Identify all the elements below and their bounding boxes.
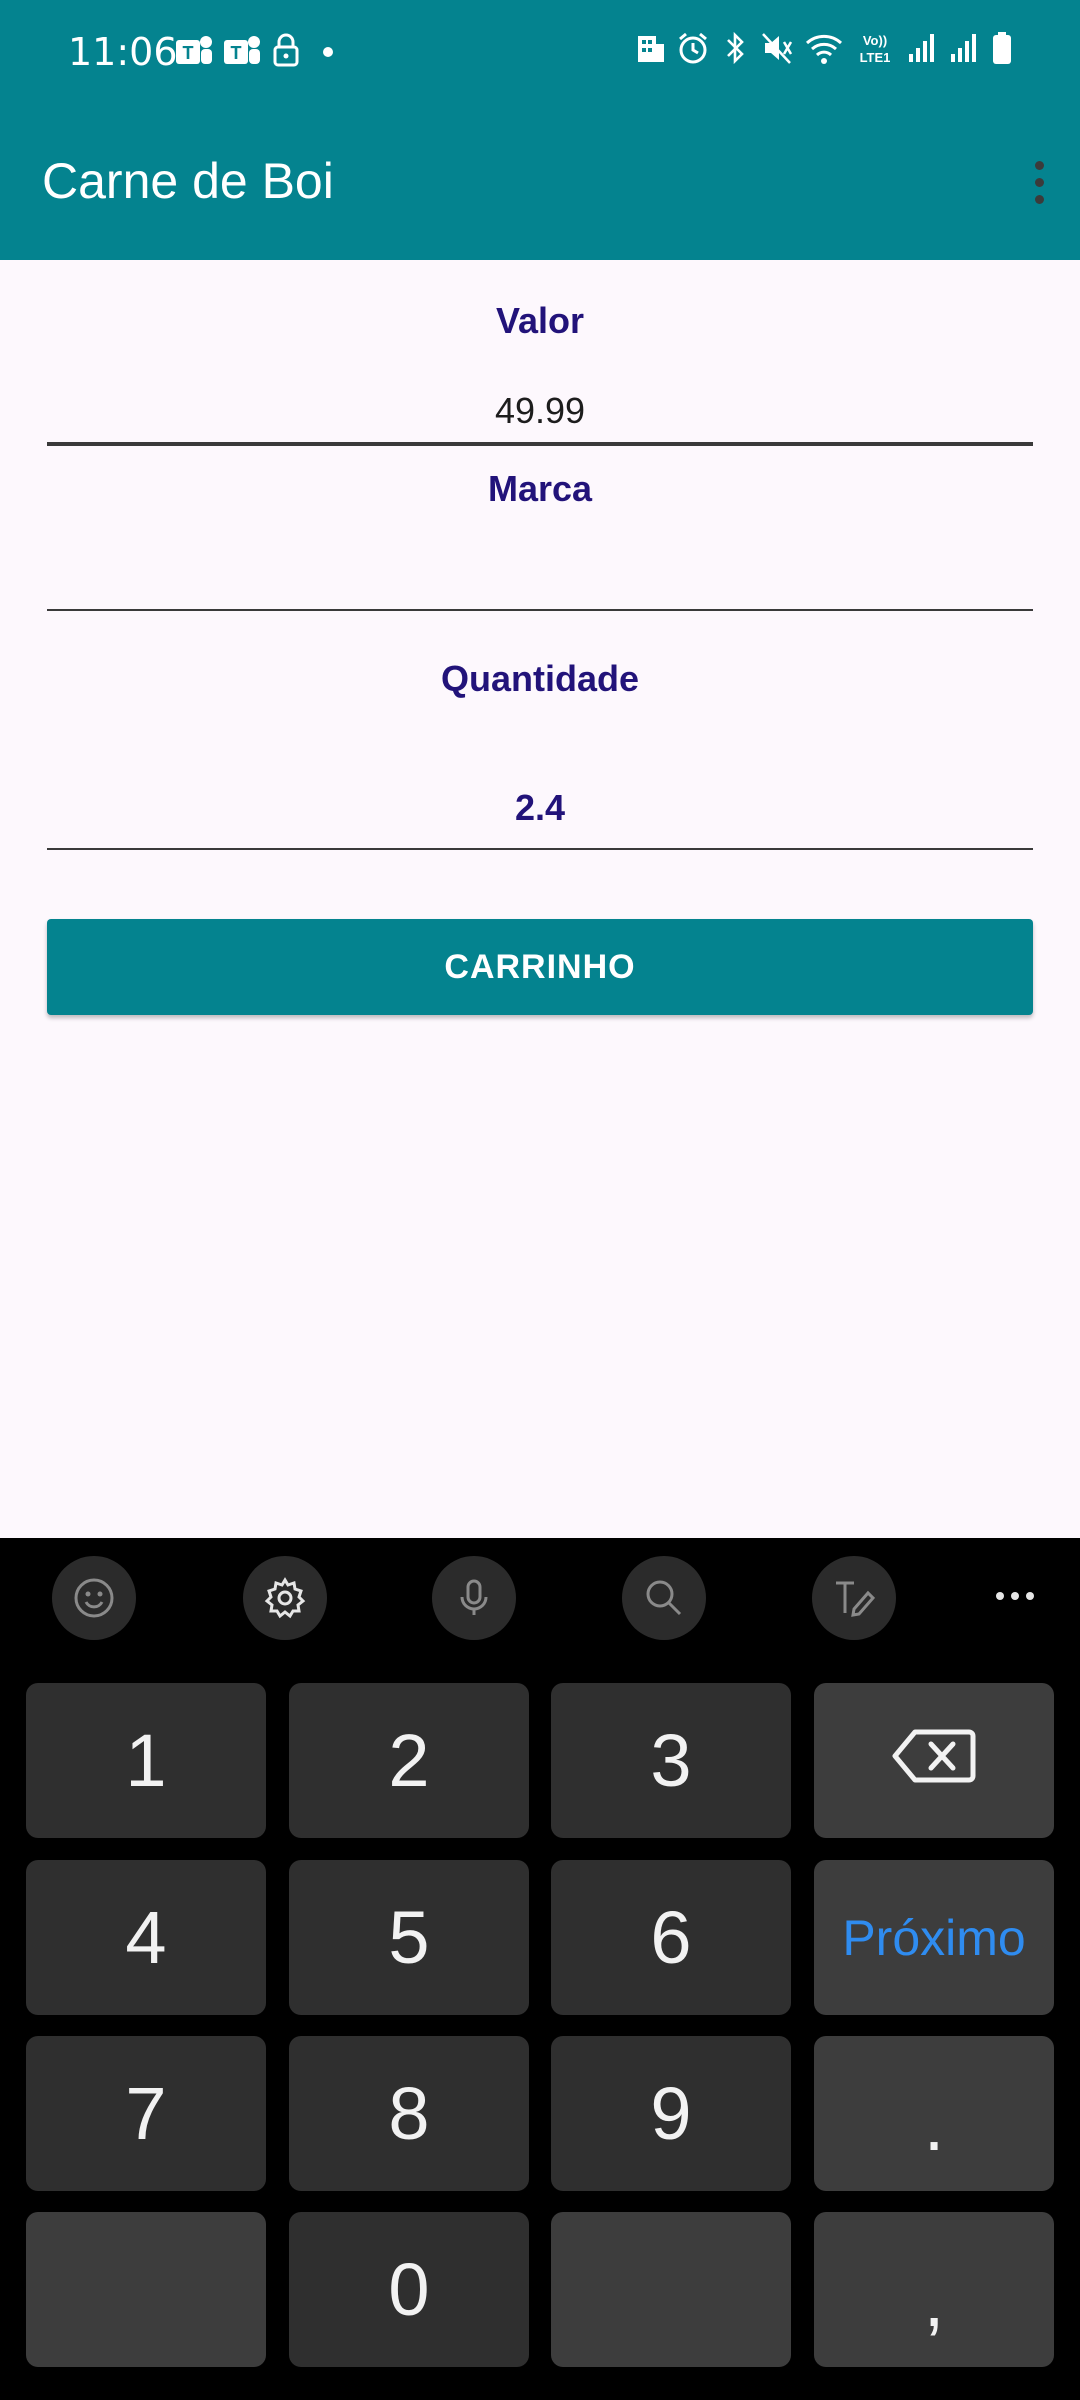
status-left-icons: T T	[174, 32, 340, 68]
key-2[interactable]: 2	[289, 1683, 529, 1838]
marca-label: Marca	[487, 468, 593, 509]
key-7[interactable]: 7	[26, 2036, 266, 2191]
microphone-icon[interactable]	[432, 1556, 516, 1640]
quantidade-input[interactable]: 2.4	[47, 773, 1033, 843]
key-1[interactable]: 1	[26, 1683, 266, 1838]
marca-input[interactable]	[47, 538, 1033, 608]
key-4[interactable]: 4	[26, 1860, 266, 2015]
svg-text:T: T	[183, 43, 194, 63]
key-0[interactable]: 0	[289, 2212, 529, 2367]
empty-key-left[interactable]	[26, 2212, 266, 2367]
status-bar: 11:06 T T Vo)) LTE1	[0, 0, 1080, 106]
svg-text:LTE1: LTE1	[860, 50, 891, 65]
teams-icon: T	[174, 32, 214, 68]
svg-text:T: T	[231, 43, 242, 63]
key-5[interactable]: 5	[289, 1860, 529, 2015]
alarm-icon	[676, 30, 710, 66]
valor-underline	[47, 442, 1033, 446]
more-options-icon[interactable]	[1012, 144, 1066, 220]
settings-icon[interactable]	[243, 1556, 327, 1640]
dot-key[interactable]: .	[814, 2036, 1054, 2191]
dot-icon	[310, 32, 340, 68]
svg-text:Vo)): Vo))	[863, 33, 887, 48]
teams-icon: T	[222, 32, 262, 68]
valor-input[interactable]: 49.99	[47, 376, 1033, 446]
signal-icon	[948, 30, 980, 66]
bluetooth-icon	[720, 30, 750, 66]
handwriting-icon[interactable]	[812, 1556, 896, 1640]
cart-button[interactable]: CARRINHO	[47, 919, 1033, 1015]
key-8[interactable]: 8	[289, 2036, 529, 2191]
key-6[interactable]: 6	[551, 1860, 791, 2015]
quantidade-underline	[47, 848, 1033, 850]
battery-icon	[990, 30, 1014, 66]
lock-icon	[270, 32, 302, 68]
marca-underline	[47, 609, 1033, 611]
backspace-key[interactable]	[814, 1683, 1054, 1838]
backspace-icon	[891, 1718, 977, 1803]
next-key[interactable]: Próximo	[814, 1860, 1054, 2015]
valor-label: Valor	[495, 300, 585, 341]
signal-icon	[906, 30, 938, 66]
comma-key[interactable]: ,	[814, 2212, 1054, 2367]
more-icon[interactable]	[980, 1576, 1050, 1616]
quantidade-label: Quantidade	[440, 658, 640, 699]
building-icon	[634, 30, 666, 66]
search-icon[interactable]	[622, 1556, 706, 1640]
page-title: Carne de Boi	[42, 153, 334, 209]
wifi-icon	[804, 30, 844, 66]
key-3[interactable]: 3	[551, 1683, 791, 1838]
app-bar: Carne de Boi	[0, 106, 1080, 260]
volte-icon: Vo)) LTE1	[854, 30, 896, 66]
emoji-icon[interactable]	[52, 1556, 136, 1640]
empty-key-right[interactable]	[551, 2212, 791, 2367]
mute-icon	[760, 30, 794, 66]
key-9[interactable]: 9	[551, 2036, 791, 2191]
status-time: 11:06	[68, 30, 178, 74]
status-right-icons: Vo)) LTE1	[634, 30, 1014, 66]
